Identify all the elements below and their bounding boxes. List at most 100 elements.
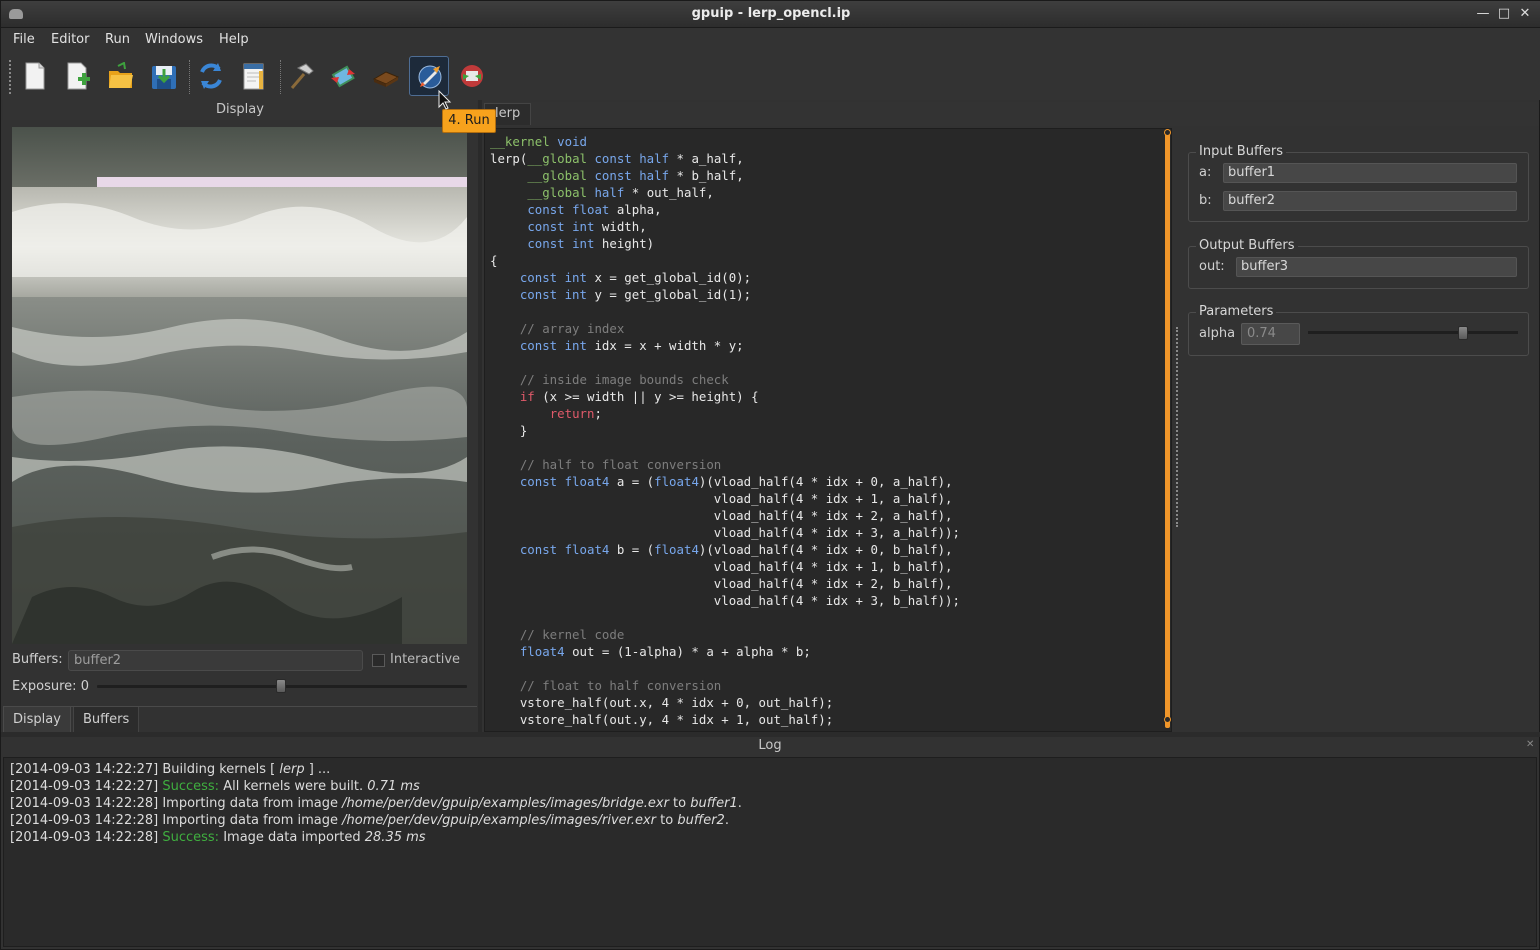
code-line[interactable]: const int idx = x + width * y; bbox=[490, 337, 1160, 354]
code-line[interactable]: vstore_half(out.x, 4 * idx + 0, out_half… bbox=[490, 694, 1160, 711]
code-line[interactable]: const int height) bbox=[490, 235, 1160, 252]
code-line[interactable]: // float to half conversion bbox=[490, 677, 1160, 694]
code-line[interactable]: const float4 b = (float4)(vload_half(4 *… bbox=[490, 541, 1160, 558]
menu-editor[interactable]: Editor bbox=[51, 32, 89, 47]
parameters-title: Parameters bbox=[1196, 304, 1277, 319]
code-line[interactable]: vload_half(4 * idx + 3, b_half)); bbox=[490, 592, 1160, 609]
display-panel-header: Display bbox=[3, 100, 477, 120]
code-line[interactable]: { bbox=[490, 252, 1160, 269]
log-output[interactable]: [2014-09-03 14:22:27] Building kernels [… bbox=[3, 757, 1537, 947]
code-line[interactable]: const float alpha, bbox=[490, 201, 1160, 218]
tab-display[interactable]: Display bbox=[3, 707, 71, 733]
code-line[interactable]: __global half * out_half, bbox=[490, 184, 1160, 201]
output-buffers-title: Output Buffers bbox=[1196, 238, 1298, 253]
log-line: [2014-09-03 14:22:28] Success: Image dat… bbox=[10, 830, 426, 845]
code-line[interactable]: lerp(__global const half * a_half, bbox=[490, 150, 1160, 167]
run-tooltip: 4. Run bbox=[442, 109, 496, 133]
exposure-slider-handle[interactable] bbox=[276, 679, 286, 693]
code-line[interactable]: float4 out = (1-alpha) * a + alpha * b; bbox=[490, 643, 1160, 660]
main-window: gpuip - lerp_opencl.ip — □ ✕ File Editor… bbox=[0, 0, 1540, 950]
build-button[interactable] bbox=[281, 56, 321, 96]
editor-tab-bar: lerp bbox=[482, 102, 1539, 126]
import-images-button[interactable] bbox=[323, 56, 363, 96]
input-a-label: a: bbox=[1199, 165, 1212, 180]
code-line[interactable]: __global const half * b_half, bbox=[490, 167, 1160, 184]
new-file-icon bbox=[25, 62, 45, 90]
log-header: Log bbox=[758, 738, 782, 753]
tab-buffers[interactable]: Buffers bbox=[73, 707, 140, 733]
code-line[interactable]: vstore_half(out.y, 4 * idx + 1, out_half… bbox=[490, 711, 1160, 728]
code-line[interactable]: const int width, bbox=[490, 218, 1160, 235]
output-out-field[interactable]: buffer3 bbox=[1236, 257, 1517, 277]
code-line[interactable]: const float4 a = (float4)(vload_half(4 *… bbox=[490, 473, 1160, 490]
alpha-slider[interactable] bbox=[1308, 331, 1518, 334]
open-folder-button[interactable] bbox=[101, 56, 141, 96]
buffer-select[interactable]: buffer2 bbox=[68, 650, 363, 671]
notes-button[interactable] bbox=[234, 56, 274, 96]
code-editor[interactable]: __kernel void lerp(__global const half * … bbox=[484, 128, 1172, 732]
code-line[interactable] bbox=[490, 303, 1160, 320]
menu-bar: File Editor Run Windows Help bbox=[1, 28, 1540, 52]
code-line[interactable] bbox=[490, 354, 1160, 371]
alpha-label: alpha bbox=[1199, 326, 1236, 341]
code-text[interactable]: __kernel void lerp(__global const half * … bbox=[490, 133, 1160, 728]
new-file-button[interactable] bbox=[15, 56, 55, 96]
code-line[interactable]: // array index bbox=[490, 320, 1160, 337]
code-line[interactable]: vload_half(4 * idx + 3, a_half)); bbox=[490, 524, 1160, 541]
input-a-field[interactable]: buffer1 bbox=[1223, 163, 1517, 183]
input-b-label: b: bbox=[1199, 193, 1212, 208]
title-bar: gpuip - lerp_opencl.ip — □ ✕ bbox=[1, 1, 1540, 28]
code-line[interactable]: // half to float conversion bbox=[490, 456, 1160, 473]
parameters-group: Parameters bbox=[1188, 304, 1529, 356]
add-file-button[interactable] bbox=[58, 56, 98, 96]
menu-help[interactable]: Help bbox=[219, 32, 249, 47]
add-file-icon bbox=[67, 62, 90, 90]
window-title: gpuip - lerp_opencl.ip bbox=[691, 6, 851, 21]
interactive-checkbox[interactable] bbox=[372, 654, 385, 667]
code-line[interactable]: if (x >= width || y >= height) { bbox=[490, 388, 1160, 405]
save-button[interactable] bbox=[144, 56, 184, 96]
code-line[interactable]: vload_half(4 * idx + 2, a_half), bbox=[490, 507, 1160, 524]
panel-splitter[interactable] bbox=[478, 100, 482, 732]
alpha-slider-handle[interactable] bbox=[1458, 326, 1469, 340]
log-line: [2014-09-03 14:22:28] Importing data fro… bbox=[10, 813, 729, 828]
import-images-icon bbox=[331, 65, 355, 88]
alpha-field[interactable]: 0.74 bbox=[1241, 323, 1300, 345]
menu-windows[interactable]: Windows bbox=[145, 32, 203, 47]
code-line[interactable]: vload_half(4 * idx + 2, b_half), bbox=[490, 575, 1160, 592]
editor-splitter-handle[interactable] bbox=[1176, 327, 1178, 527]
editor-scrollbar[interactable] bbox=[1165, 132, 1170, 728]
log-line: [2014-09-03 14:22:27] Success: All kerne… bbox=[10, 779, 420, 794]
display-image[interactable] bbox=[12, 127, 467, 644]
log-close-icon[interactable]: ✕ bbox=[1526, 739, 1534, 750]
input-b-field[interactable]: buffer2 bbox=[1223, 191, 1517, 211]
scroll-up-arrow[interactable] bbox=[1164, 129, 1171, 136]
code-line[interactable]: return; bbox=[490, 405, 1160, 422]
log-line: [2014-09-03 14:22:27] Building kernels [… bbox=[10, 762, 331, 777]
toolbar-grip[interactable] bbox=[9, 60, 13, 94]
code-line[interactable]: vload_half(4 * idx + 1, a_half), bbox=[490, 490, 1160, 507]
code-line[interactable] bbox=[490, 660, 1160, 677]
code-line[interactable] bbox=[490, 439, 1160, 456]
export-button[interactable] bbox=[452, 56, 492, 96]
code-line[interactable]: // inside image bounds check bbox=[490, 371, 1160, 388]
chip-button[interactable] bbox=[366, 56, 406, 96]
menu-file[interactable]: File bbox=[13, 32, 35, 47]
code-line[interactable]: const int x = get_global_id(0); bbox=[490, 269, 1160, 286]
code-line[interactable]: __kernel void bbox=[490, 133, 1160, 150]
menu-run[interactable]: Run bbox=[105, 32, 130, 47]
minimize-icon[interactable]: — bbox=[1475, 6, 1491, 22]
refresh-button[interactable] bbox=[191, 56, 231, 96]
close-icon[interactable]: ✕ bbox=[1517, 6, 1533, 22]
code-line[interactable]: } bbox=[490, 422, 1160, 439]
code-line[interactable]: const int y = get_global_id(1); bbox=[490, 286, 1160, 303]
maximize-icon[interactable]: □ bbox=[1496, 6, 1512, 22]
code-line[interactable] bbox=[490, 609, 1160, 626]
chip-icon bbox=[373, 71, 399, 87]
export-icon bbox=[461, 65, 483, 87]
code-line[interactable]: // kernel code bbox=[490, 626, 1160, 643]
log-line: [2014-09-03 14:22:28] Importing data fro… bbox=[10, 796, 742, 811]
code-line[interactable]: vload_half(4 * idx + 1, b_half), bbox=[490, 558, 1160, 575]
scroll-down-arrow[interactable] bbox=[1164, 716, 1171, 723]
exposure-label: Exposure: 0 bbox=[12, 679, 89, 694]
